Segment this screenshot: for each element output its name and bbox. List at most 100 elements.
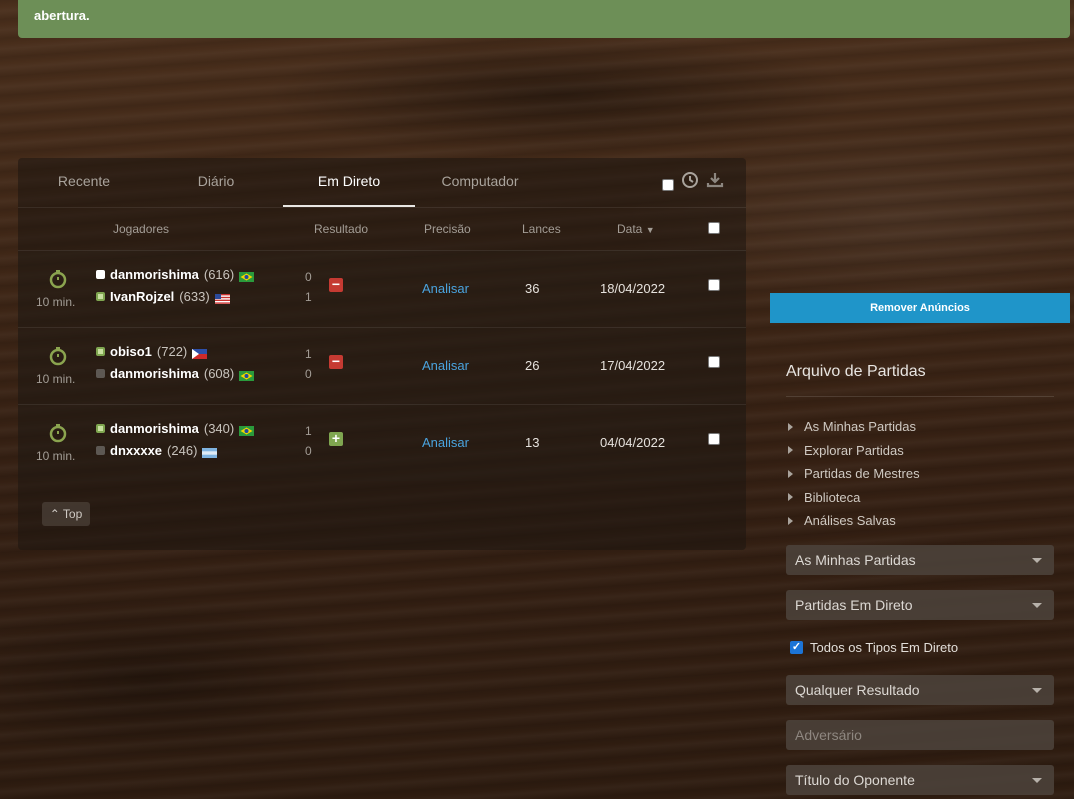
link-explore-games[interactable]: Explorar Partidas [788, 439, 920, 463]
analyze-link[interactable]: Analisar [422, 281, 469, 296]
header-checkbox[interactable] [708, 222, 720, 234]
link-master-games[interactable]: Partidas de Mestres [788, 462, 920, 486]
caret-right-icon [788, 469, 793, 478]
player-name[interactable]: danmorishima [110, 267, 199, 282]
link-label: Análises Salvas [804, 513, 896, 529]
moves-count: 26 [525, 358, 540, 373]
remove-ads-button[interactable]: Remover Anúncios [770, 293, 1070, 323]
caret-right-icon [788, 493, 793, 502]
tab-em-direto[interactable]: Em Direto [283, 158, 415, 207]
divider [786, 396, 1054, 397]
player-name[interactable]: IvanRojzel [110, 289, 174, 304]
col-result: Resultado [314, 222, 369, 236]
row-checkbox[interactable] [708, 433, 720, 445]
analyze-link[interactable]: Analisar [422, 358, 469, 373]
top-button[interactable]: ⌃ Top [42, 502, 90, 526]
caret-right-icon [788, 446, 793, 455]
loss-icon: − [329, 354, 343, 369]
select-value: Qualquer Resultado [795, 682, 920, 698]
stopwatch-icon [48, 269, 68, 294]
games-panel: Recente Diário Em Direto Computador Joga… [18, 158, 746, 550]
player-name[interactable]: danmorishima [110, 421, 199, 436]
col-accuracy: Precisão [424, 222, 471, 236]
chevron-up-icon: ⌃ [49, 507, 60, 521]
top-button-label: Top [62, 507, 83, 521]
opponent-input[interactable] [786, 720, 1054, 750]
tab-computador[interactable]: Computador [430, 158, 530, 207]
tab-recente[interactable]: Recente [34, 158, 134, 207]
select-live-games[interactable]: Partidas Em Direto [786, 590, 1054, 620]
white-piece-indicator [96, 270, 105, 279]
select-all-checkbox[interactable] [662, 179, 674, 191]
select-my-games[interactable]: As Minhas Partidas [786, 545, 1054, 575]
archive-links: As Minhas Partidas Explorar Partidas Par… [788, 415, 920, 533]
player-rating: (616) [203, 267, 235, 282]
col-date[interactable]: Data ▼ [617, 222, 655, 236]
checkbox-checked[interactable]: ✓ [790, 641, 803, 654]
player-name[interactable]: obiso1 [110, 344, 152, 359]
white-piece-indicator [96, 424, 105, 433]
link-library[interactable]: Biblioteca [788, 486, 920, 510]
player-white[interactable]: obiso1 (722) [96, 344, 208, 359]
col-players: Jogadores [113, 222, 170, 236]
player-rating: (633) [179, 289, 210, 304]
chevron-down-icon [1032, 688, 1042, 693]
select-result[interactable]: Qualquer Resultado [786, 675, 1054, 705]
notice-text: abertura. [34, 8, 90, 23]
white-piece-indicator [96, 347, 105, 356]
player-white[interactable]: danmorishima (616) [96, 267, 255, 282]
game-date: 04/04/2022 [600, 435, 666, 450]
time-control: 10 min. [36, 449, 76, 463]
game-date: 18/04/2022 [600, 281, 666, 296]
player-white[interactable]: danmorishima (340) [96, 421, 255, 436]
analyze-link[interactable]: Analisar [422, 435, 469, 450]
score-bottom: 1 [305, 290, 312, 304]
player-name[interactable]: dnxxxxe [110, 443, 162, 458]
chevron-down-icon [1032, 558, 1042, 563]
game-date: 17/04/2022 [600, 358, 666, 373]
tab-diario[interactable]: Diário [166, 158, 266, 207]
game-row[interactable]: 10 min. danmorishima (616) IvanRojzel (6… [18, 250, 746, 327]
score-top: 1 [305, 424, 312, 438]
black-piece-indicator [96, 292, 105, 301]
brazil-flag-icon [239, 270, 255, 282]
download-icon[interactable] [706, 172, 724, 193]
tab-bar: Recente Diário Em Direto Computador [18, 158, 746, 208]
chevron-down-icon [1032, 778, 1042, 783]
col-moves: Lances [522, 222, 561, 236]
select-value: Partidas Em Direto [795, 597, 913, 613]
link-label: As Minhas Partidas [804, 419, 916, 435]
argentina-flag-icon [202, 446, 218, 458]
usa-flag-icon [214, 292, 230, 304]
clock-history-icon[interactable] [682, 172, 698, 193]
row-checkbox[interactable] [708, 279, 720, 291]
player-name[interactable]: danmorishima [110, 366, 199, 381]
player-black[interactable]: danmorishima (608) [96, 366, 255, 381]
stopwatch-icon [48, 423, 68, 448]
win-icon: + [329, 431, 343, 446]
col-date-label: Data [617, 222, 643, 236]
link-label: Explorar Partidas [804, 442, 904, 458]
select-value: Título do Oponente [795, 772, 915, 788]
score-top: 0 [305, 270, 312, 284]
all-live-types-toggle[interactable]: ✓ Todos os Tipos Em Direto [790, 640, 958, 655]
game-row[interactable]: 10 min. danmorishima (340) dnxxxxe (246)… [18, 404, 746, 481]
row-checkbox[interactable] [708, 356, 720, 368]
player-rating: (608) [203, 366, 235, 381]
tab-tools [662, 172, 724, 193]
brazil-flag-icon [239, 424, 255, 436]
link-label: Partidas de Mestres [804, 466, 920, 482]
chevron-down-icon [1032, 603, 1042, 608]
notice-banner: abertura. [18, 0, 1070, 38]
score-top: 1 [305, 347, 312, 361]
link-my-games[interactable]: As Minhas Partidas [788, 415, 920, 439]
loss-icon: − [329, 277, 343, 292]
player-black[interactable]: IvanRojzel (633) [96, 289, 230, 304]
moves-count: 36 [525, 281, 540, 296]
player-rating: (340) [203, 421, 235, 436]
game-row[interactable]: 10 min. obiso1 (722) danmorishima (608) … [18, 327, 746, 404]
player-black[interactable]: dnxxxxe (246) [96, 443, 218, 458]
link-saved-analyses[interactable]: Análises Salvas [788, 509, 920, 533]
select-opponent-title[interactable]: Título do Oponente [786, 765, 1054, 795]
checkbox-label: Todos os Tipos Em Direto [810, 640, 959, 655]
